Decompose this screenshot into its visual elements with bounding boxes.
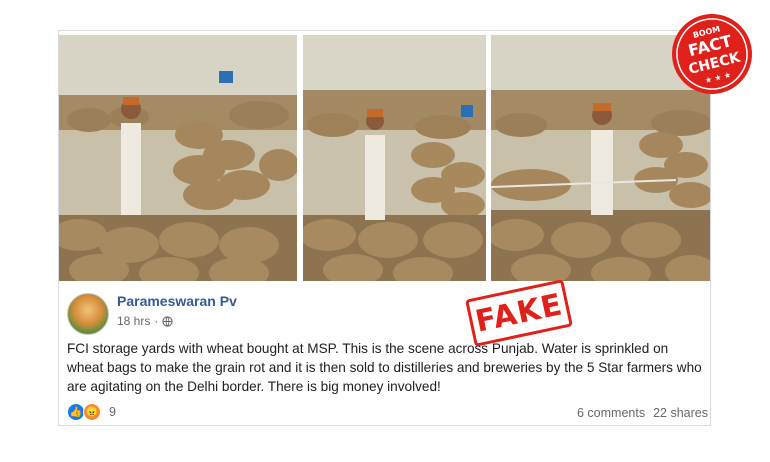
post-text: FCI storage yards with wheat bought at M…	[67, 341, 702, 394]
facebook-post-card: FAKE Parameswaran Pv 18 hrs · FCI storag…	[58, 30, 711, 426]
post-time[interactable]: 18 hrs	[117, 314, 150, 328]
photo-frame-1[interactable]	[59, 35, 297, 281]
post-body: Parameswaran Pv 18 hrs · FCI storage yar…	[59, 281, 710, 425]
shares-count[interactable]: 22 shares	[653, 406, 708, 420]
reaction-count: 9	[109, 405, 116, 419]
photo-frame-2[interactable]	[303, 35, 486, 281]
fact-check-badge: BOOM FACT CHECK ★ ★ ★	[672, 14, 752, 94]
photo-2-image	[303, 35, 486, 281]
post-meta: 18 hrs ·	[117, 314, 173, 328]
avatar[interactable]	[67, 293, 109, 335]
globe-icon	[162, 315, 173, 327]
author-name[interactable]: Parameswaran Pv	[117, 293, 237, 309]
comments-count[interactable]: 6 comments	[577, 406, 645, 420]
post-stats: 6 comments 22 shares	[577, 406, 708, 420]
angry-reaction-icon: 😠	[83, 403, 101, 421]
photo-collage	[59, 31, 710, 281]
photo-1-image	[59, 35, 297, 281]
reactions-summary[interactable]: 👍 😠 9	[67, 403, 116, 421]
